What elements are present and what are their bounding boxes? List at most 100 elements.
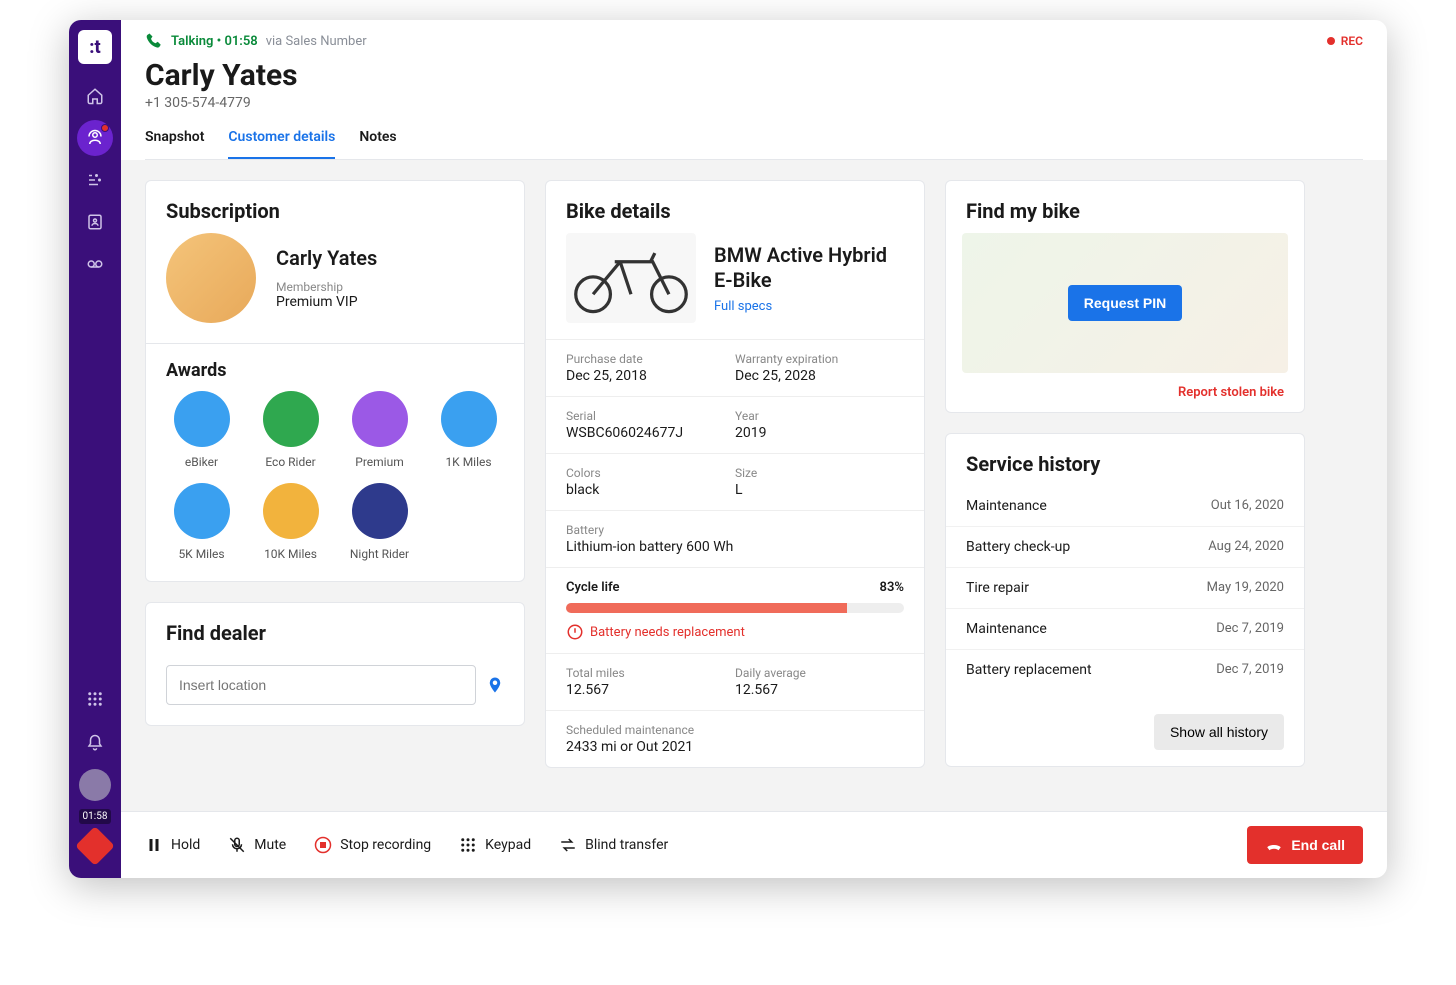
award-label: eBiker	[185, 455, 218, 469]
customer-phone: +1 305-574-4779	[145, 95, 1363, 111]
call-status: Talking	[171, 34, 213, 49]
mute-button[interactable]: Mute	[228, 836, 286, 854]
report-stolen-link[interactable]: Report stolen bike	[946, 373, 1304, 412]
award-badge-icon	[263, 483, 319, 539]
service-name: Tire repair	[966, 580, 1029, 596]
warranty-label: Warranty expiration	[735, 352, 904, 366]
bike-location-map[interactable]: Request PIN	[962, 233, 1288, 373]
colors-label: Colors	[566, 466, 735, 480]
service-name: Battery replacement	[966, 662, 1092, 678]
awards-title: Awards	[146, 344, 524, 391]
award-item: eBiker	[164, 391, 239, 469]
total-miles-label: Total miles	[566, 666, 735, 680]
service-date: Aug 24, 2020	[1208, 539, 1284, 555]
find-my-bike-card: Find my bike Request PIN Report stolen b…	[945, 180, 1305, 413]
customer-name-heading: Carly Yates	[145, 58, 1363, 93]
service-row[interactable]: Battery check-upAug 24, 2020	[946, 526, 1304, 567]
award-item: Eco Rider	[253, 391, 328, 469]
daily-avg-label: Daily average	[735, 666, 904, 680]
warranty-value: Dec 25, 2028	[735, 368, 904, 384]
service-date: May 19, 2020	[1207, 580, 1284, 596]
end-call-button[interactable]: End call	[1247, 826, 1363, 864]
keypad-button[interactable]: Keypad	[459, 836, 531, 854]
service-name: Maintenance	[966, 498, 1047, 514]
nav-apps-icon[interactable]	[77, 681, 113, 717]
year-value: 2019	[735, 425, 904, 441]
service-history-card: Service history MaintenanceOut 16, 2020B…	[945, 433, 1305, 767]
award-badge-icon	[441, 391, 497, 447]
award-item: Night Rider	[342, 483, 417, 561]
bike-details-title: Bike details	[546, 181, 924, 233]
nav-notifications-icon[interactable]	[77, 725, 113, 761]
nav-queue-icon[interactable]	[77, 162, 113, 198]
recording-badge: REC	[1327, 34, 1363, 48]
dealer-location-input[interactable]	[166, 665, 476, 705]
award-badge-icon	[263, 391, 319, 447]
find-dealer-card: Find dealer	[145, 602, 525, 726]
user-avatar[interactable]	[79, 769, 111, 801]
call-via: via Sales Number	[266, 34, 367, 49]
find-my-bike-title: Find my bike	[946, 181, 1304, 233]
nav-voicemail-icon[interactable]	[77, 246, 113, 282]
award-badge-icon	[352, 483, 408, 539]
service-date: Dec 7, 2019	[1216, 621, 1284, 637]
transfer-icon	[559, 836, 577, 854]
award-badge-icon	[174, 483, 230, 539]
serial-value: WSBC606024677J	[566, 425, 735, 441]
cycle-life-label: Cycle life	[566, 580, 619, 595]
award-label: 1K Miles	[445, 455, 491, 469]
battery-value: Lithium-ion battery 600 Wh	[566, 539, 904, 555]
subscription-card: Subscription Carly Yates Membership Prem…	[145, 180, 525, 582]
tab-notes[interactable]: Notes	[359, 129, 396, 159]
hold-button[interactable]: Hold	[145, 836, 200, 854]
app-logo[interactable]: :t	[78, 30, 112, 64]
battery-warning: Battery needs replacement	[590, 625, 745, 640]
cycle-life-bar	[566, 603, 904, 613]
total-miles-value: 12.567	[566, 682, 735, 698]
colors-value: black	[566, 482, 735, 498]
stop-record-icon	[314, 836, 332, 854]
location-pin-icon[interactable]	[486, 676, 504, 694]
purchase-date-label: Purchase date	[566, 352, 735, 366]
keypad-icon	[459, 836, 477, 854]
membership-label: Membership	[276, 280, 377, 294]
award-item: 5K Miles	[164, 483, 239, 561]
award-label: Night Rider	[350, 547, 409, 561]
award-item: 10K Miles	[253, 483, 328, 561]
request-pin-button[interactable]: Request PIN	[1068, 285, 1182, 321]
tab-snapshot[interactable]: Snapshot	[145, 129, 204, 159]
call-control-bar: Hold Mute Stop recording Keypad Blind tr…	[121, 811, 1387, 878]
service-row[interactable]: Maintenance Dec 7, 2019	[946, 608, 1304, 649]
blind-transfer-button[interactable]: Blind transfer	[559, 836, 668, 854]
nav-contacts-icon[interactable]	[77, 204, 113, 240]
tab-customer-details[interactable]: Customer details	[228, 129, 335, 159]
award-badge-icon	[174, 391, 230, 447]
phone-active-icon	[145, 32, 163, 50]
sidebar-call-timer: 01:58	[79, 809, 112, 824]
full-specs-link[interactable]: Full specs	[714, 299, 904, 314]
call-duration: 01:58	[224, 34, 257, 49]
serial-label: Serial	[566, 409, 735, 423]
nav-agent-icon[interactable]	[77, 120, 113, 156]
service-name: Maintenance	[966, 621, 1047, 637]
subscription-customer-name: Carly Yates	[276, 246, 377, 270]
year-label: Year	[735, 409, 904, 423]
service-history-title: Service history	[946, 434, 1304, 486]
mic-off-icon	[228, 836, 246, 854]
subscription-title: Subscription	[146, 181, 524, 233]
show-all-history-button[interactable]: Show all history	[1154, 714, 1284, 750]
service-row[interactable]: Battery replacementDec 7, 2019	[946, 649, 1304, 690]
award-label: Premium	[355, 455, 403, 469]
stop-recording-button[interactable]: Stop recording	[314, 836, 431, 854]
battery-label: Battery	[566, 523, 904, 537]
service-row[interactable]: Tire repair May 19, 2020	[946, 567, 1304, 608]
left-sidebar: :t 01:58	[69, 20, 121, 878]
notification-dot-icon	[101, 124, 109, 132]
warning-icon	[566, 623, 584, 641]
membership-value: Premium VIP	[276, 294, 377, 310]
cycle-life-pct: 83%	[880, 580, 904, 595]
active-call-indicator-icon[interactable]	[75, 826, 115, 866]
service-row[interactable]: MaintenanceOut 16, 2020	[946, 486, 1304, 526]
nav-home-icon[interactable]	[77, 78, 113, 114]
pause-icon	[145, 836, 163, 854]
